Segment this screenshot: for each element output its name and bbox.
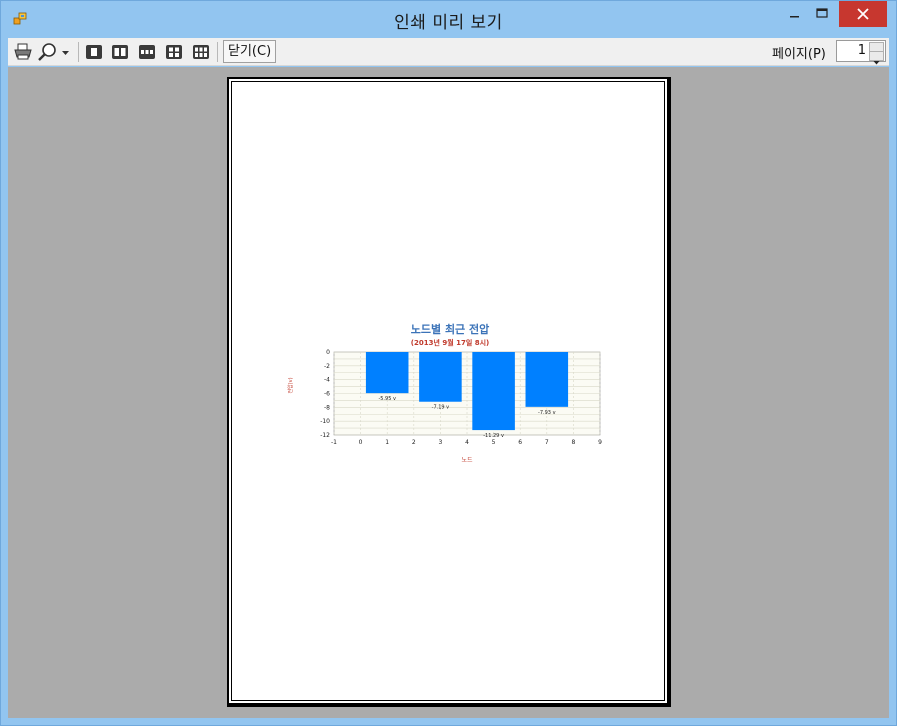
x-tick-label: 8 (571, 439, 575, 446)
preview-area[interactable]: 노드별 최근 전압 (2013년 9월 17일 8시) -5.95 v -7.19… (8, 67, 889, 718)
x-tick-label: 7 (545, 439, 549, 446)
six-pages-icon (193, 45, 209, 59)
zoom-dropdown-button[interactable] (36, 41, 74, 63)
maximize-button[interactable] (809, 2, 835, 28)
print-preview-window: 인쇄 미리 보기 닫기(C) 페이지(P) 1 노드별 최근 전압 (2013년… (0, 0, 897, 726)
y-tick-label: -4 (324, 377, 330, 384)
toolbar: 닫기(C) 페이지(P) 1 (8, 38, 889, 66)
x-tick-label: 9 (598, 439, 602, 446)
three-pages-button[interactable] (137, 41, 157, 63)
window-title: 인쇄 미리 보기 (394, 13, 503, 33)
bar-label-4: -7.93 v (538, 410, 556, 416)
title-bar[interactable]: 인쇄 미리 보기 (1, 1, 896, 37)
bar-2 (419, 352, 462, 402)
minimize-button[interactable] (782, 2, 808, 28)
magnifier-icon (38, 43, 69, 61)
y-tick-label: -10 (320, 418, 330, 425)
preview-page: 노드별 최근 전압 (2013년 9월 17일 8시) -5.95 v -7.19… (228, 78, 668, 704)
y-tick-label: -2 (324, 363, 330, 370)
bar-1 (365, 352, 409, 394)
two-pages-button[interactable] (110, 41, 130, 63)
one-page-button[interactable] (84, 41, 104, 63)
x-tick-label: 1 (385, 439, 389, 446)
minimize-icon (790, 16, 799, 18)
x-tick-label: 4 (465, 439, 469, 446)
page-number-value[interactable]: 1 (858, 43, 866, 58)
page-label: 페이지(P) (772, 47, 826, 62)
bar-3 (472, 352, 515, 431)
bar-chart: -5.95 v-7.19 v-11.29 v-7.93 v0-2-4-6-8-1… (287, 349, 602, 464)
x-tick-label: 2 (412, 439, 416, 446)
bar-label-1: -5.95 v (378, 396, 396, 402)
x-tick-label: -1 (331, 439, 337, 446)
six-pages-button[interactable] (191, 41, 211, 63)
x-axis-label: 노드 (461, 457, 473, 464)
maximize-icon (816, 8, 828, 18)
y-tick-label: -8 (324, 404, 330, 411)
y-tick-label: -6 (324, 391, 330, 398)
close-preview-button[interactable]: 닫기(C) (223, 40, 277, 63)
four-pages-button[interactable] (164, 41, 184, 63)
two-pages-icon (112, 45, 128, 59)
four-pages-icon (166, 45, 182, 59)
three-pages-icon (139, 45, 155, 59)
spin-down-icon (873, 61, 880, 65)
print-button[interactable] (12, 41, 34, 63)
x-tick-label: 6 (518, 439, 522, 446)
one-page-icon (86, 45, 102, 59)
y-tick-label: 0 (326, 349, 330, 356)
x-tick-label: 0 (359, 439, 363, 446)
close-window-button[interactable] (839, 1, 887, 27)
x-tick-label: 5 (492, 439, 496, 446)
page-number-stepper[interactable]: 1 (836, 40, 886, 65)
y-axis-label: 전압(v) (287, 377, 294, 393)
page-down-button[interactable] (869, 51, 884, 65)
close-icon (857, 8, 869, 20)
printer-icon (14, 43, 32, 60)
bar-4 (525, 352, 569, 407)
x-tick-label: 3 (438, 439, 442, 446)
bar-label-2: -7.19 v (432, 405, 450, 411)
y-tick-label: -12 (320, 432, 330, 439)
